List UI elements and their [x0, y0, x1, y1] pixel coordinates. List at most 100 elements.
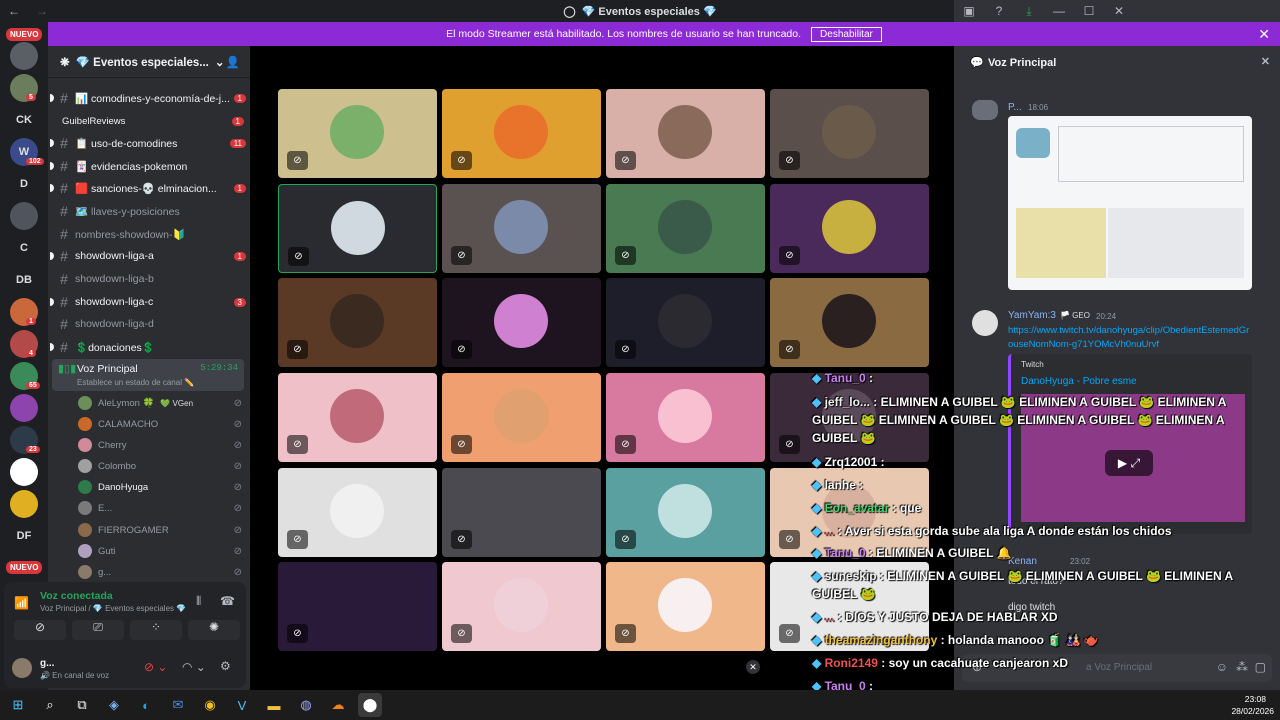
settings-gear-icon[interactable]: ⚙	[220, 659, 231, 673]
voice-user[interactable]: AleLymon 🍀 💚 VGen ⊘	[78, 393, 242, 413]
server-icon[interactable]	[10, 42, 38, 70]
app-v-icon[interactable]: V	[230, 693, 254, 717]
user-name[interactable]: g...	[40, 658, 54, 669]
participant-tile[interactable]: ⊘	[442, 278, 601, 367]
participant-tile[interactable]: ⊘	[278, 278, 437, 367]
inbox-tray-icon[interactable]: ▣	[954, 4, 984, 18]
participant-tile[interactable]: ⊘	[770, 184, 929, 273]
participant-tile[interactable]: ⊘	[278, 373, 437, 462]
obs-icon[interactable]: ⬤	[358, 693, 382, 717]
server-icon[interactable]: CK	[10, 106, 38, 134]
participant-tile[interactable]: ⊘	[278, 468, 437, 557]
participant-tile[interactable]: ⊘	[278, 184, 437, 273]
maximize-icon[interactable]: ☐	[1074, 4, 1104, 18]
channel-item[interactable]: # 💲donaciones💲	[50, 337, 246, 357]
participant-tile[interactable]: ⊘	[606, 468, 765, 557]
participant-tile[interactable]: ⊘	[278, 562, 437, 651]
participant-tile[interactable]: ⊘	[606, 373, 765, 462]
participant-tile[interactable]: ⊘	[442, 373, 601, 462]
voice-user[interactable]: DanoHyuga ⊘	[78, 477, 242, 497]
soundboard-button[interactable]: ✺	[188, 620, 240, 640]
help-icon[interactable]: ?	[984, 4, 1014, 18]
close-chat-icon[interactable]: ✕	[1261, 55, 1270, 68]
participant-tile[interactable]: ⊘	[442, 184, 601, 273]
voice-user[interactable]: FIERROGAMER ⊘	[78, 520, 242, 540]
server-icon[interactable]	[10, 202, 38, 230]
channel-item[interactable]: # nombres-showdown-🔰	[56, 224, 246, 244]
avatar[interactable]	[972, 100, 998, 120]
copilot-icon[interactable]: ◈	[102, 693, 126, 717]
pokemon-stats-image[interactable]	[1008, 116, 1252, 290]
disable-button[interactable]: Deshabilitar	[811, 26, 882, 42]
channel-item[interactable]: # showdown-liga-a 1	[50, 246, 246, 266]
task-view-icon[interactable]: ⧉	[70, 693, 94, 717]
participant-tile[interactable]: ⊘	[442, 468, 601, 557]
channel-item[interactable]: # showdown-liga-c 3	[50, 292, 246, 312]
server-icon[interactable]: C	[10, 234, 38, 262]
channel-item[interactable]: # 🃏 evidencias-pokemon	[50, 156, 246, 176]
close-overlay-icon[interactable]: ✕	[746, 660, 760, 674]
participant-tile[interactable]: ⊘	[442, 89, 601, 178]
camera-button[interactable]: ⊘	[14, 620, 66, 640]
voice-user[interactable]: g... ⊘	[78, 562, 242, 582]
mail-icon[interactable]: ✉	[166, 693, 190, 717]
channel-item[interactable]: # 📋 uso-de-comodines 11	[50, 133, 246, 153]
disconnect-icon[interactable]: ☎	[220, 594, 235, 608]
server-header[interactable]: ❋ 💎 Eventos especiales... ⌄ 👤	[48, 46, 250, 78]
server-icon[interactable]	[10, 394, 38, 422]
avatar[interactable]	[12, 658, 32, 678]
edge-icon[interactable]: ◐	[134, 693, 158, 717]
server-icon[interactable]	[10, 490, 38, 518]
explorer-icon[interactable]: ▬	[262, 693, 286, 717]
voice-user[interactable]: Colombo ⊘	[78, 456, 242, 476]
server-icon[interactable]: DF	[10, 522, 38, 550]
voice-connected-label[interactable]: Voz conectada	[40, 590, 113, 602]
clip-link[interactable]: https://www.twitch.tv/danohyuga/clip/Obe…	[1008, 324, 1252, 352]
participant-tile[interactable]: ⊘	[606, 562, 765, 651]
activities-button[interactable]: ⁘	[130, 620, 182, 640]
channel-item[interactable]: # 📊 comodines-y-economía-de-j... 1	[50, 88, 246, 108]
minimize-icon[interactable]: —	[1044, 4, 1074, 18]
search-icon[interactable]: ⌕	[38, 693, 62, 717]
channel-item[interactable]: # 🗺️ llaves-y-posiciones	[56, 201, 246, 221]
screen-share-button[interactable]: ⎚	[72, 620, 124, 640]
voice-channel-item[interactable]: ▮▯▮ Voz Principal 5:29:34 Establece un e…	[52, 359, 244, 391]
channel-item[interactable]: # 🟥 sanciones-💀 elminacion... 1	[50, 178, 246, 198]
participant-tile[interactable]: ⊘	[606, 278, 765, 367]
server-icon[interactable]	[10, 458, 38, 486]
voice-user[interactable]: Cherry ⊘	[78, 435, 242, 455]
message-author[interactable]: P...	[1008, 102, 1022, 113]
participant-tile[interactable]: ⊘	[442, 562, 601, 651]
headset-icon[interactable]: ◠ ⌄	[182, 660, 206, 674]
channel-item[interactable]: GuibelReviews 1	[62, 111, 244, 131]
server-icon[interactable]: DB	[10, 266, 38, 294]
participant-tile[interactable]: ⊘	[606, 89, 765, 178]
channel-status-prompt[interactable]: Establece un estado de canal ✏️	[77, 378, 194, 387]
participant-tile[interactable]: ⊘	[770, 278, 929, 367]
channel-item[interactable]: # showdown-liga-b	[56, 269, 246, 289]
participant-tile[interactable]: ⊘	[278, 89, 437, 178]
participant-tile[interactable]: ⊘	[606, 184, 765, 273]
cloud-icon[interactable]: ☁	[326, 693, 350, 717]
add-member-icon[interactable]: 👤	[226, 55, 240, 69]
clock-date[interactable]: 28/02/2026	[1231, 706, 1274, 716]
voice-location[interactable]: Voz Principal / 💎 Eventos especiales 💎	[40, 604, 186, 613]
voice-user[interactable]: E... ⊘	[78, 498, 242, 518]
server-icon[interactable]: D	[10, 170, 38, 198]
discord-icon[interactable]: ◍	[294, 693, 318, 717]
mute-mic-icon[interactable]: ⊘ ⌄	[144, 660, 167, 674]
windows-start-icon[interactable]: ⊞	[6, 693, 30, 717]
voice-user[interactable]: Guti ⊘	[78, 541, 242, 561]
noise-suppression-icon[interactable]: ⦀	[196, 594, 201, 609]
avatar[interactable]	[972, 310, 998, 336]
inbox-icon[interactable]: ◯	[563, 6, 575, 18]
download-icon[interactable]: ⤓	[1014, 4, 1044, 19]
clock-time[interactable]: 23:08	[1245, 694, 1266, 704]
channel-item[interactable]: # showdown-liga-d	[56, 314, 246, 334]
voice-user[interactable]: CALAMACHO ⊘	[78, 414, 242, 434]
chrome-icon[interactable]: ◉	[198, 693, 222, 717]
close-banner-icon[interactable]: ✕	[1258, 26, 1270, 43]
close-icon[interactable]: ✕	[1104, 4, 1134, 18]
participant-tile[interactable]: ⊘	[770, 89, 929, 178]
message-author[interactable]: YamYam:3	[1008, 310, 1056, 321]
